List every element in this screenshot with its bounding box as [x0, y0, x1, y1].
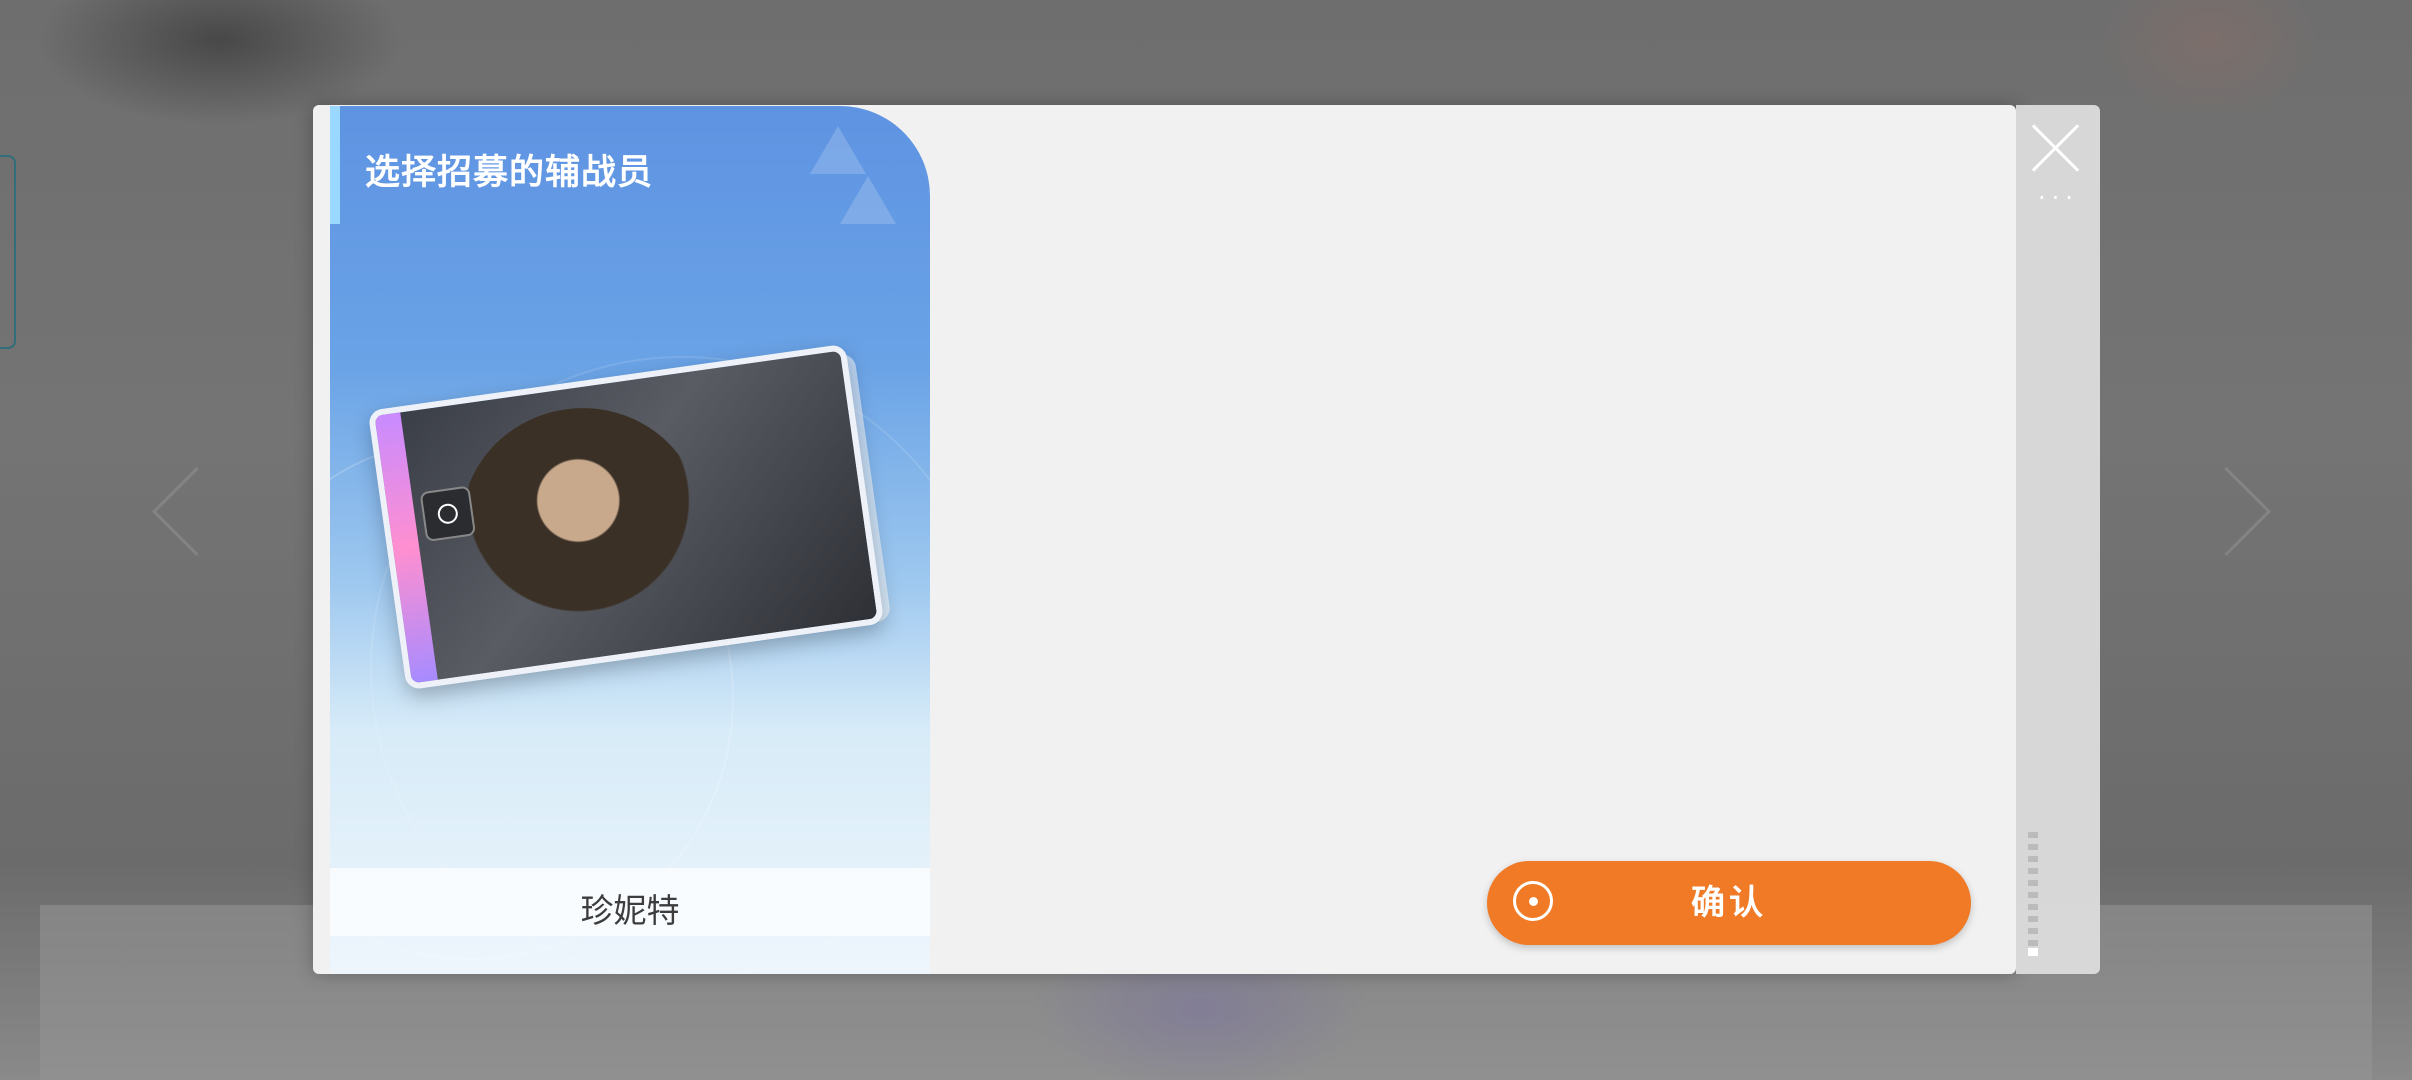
character-portrait — [446, 392, 717, 654]
sniper-class-icon — [419, 485, 477, 543]
selected-character-name: 珍妮特 — [580, 891, 680, 930]
page-title: 选择招募的辅战员 — [365, 153, 654, 193]
decor-triangle — [810, 126, 866, 174]
scroll-thumb[interactable] — [2028, 948, 2038, 956]
selected-assistant-panel: 选择招募的辅战员 珍妮特 — [330, 106, 930, 974]
background-side-tab — [0, 155, 16, 349]
close-icon[interactable] — [2030, 122, 2082, 174]
confirm-label: 确认 — [1691, 883, 1767, 923]
scroll-indicator[interactable] — [2028, 832, 2038, 956]
confirm-button[interactable]: 确认 — [1487, 861, 1971, 945]
decor-triangle — [840, 176, 896, 224]
more-dots-icon: ... — [2038, 177, 2079, 205]
title-accent-bar — [330, 106, 340, 224]
